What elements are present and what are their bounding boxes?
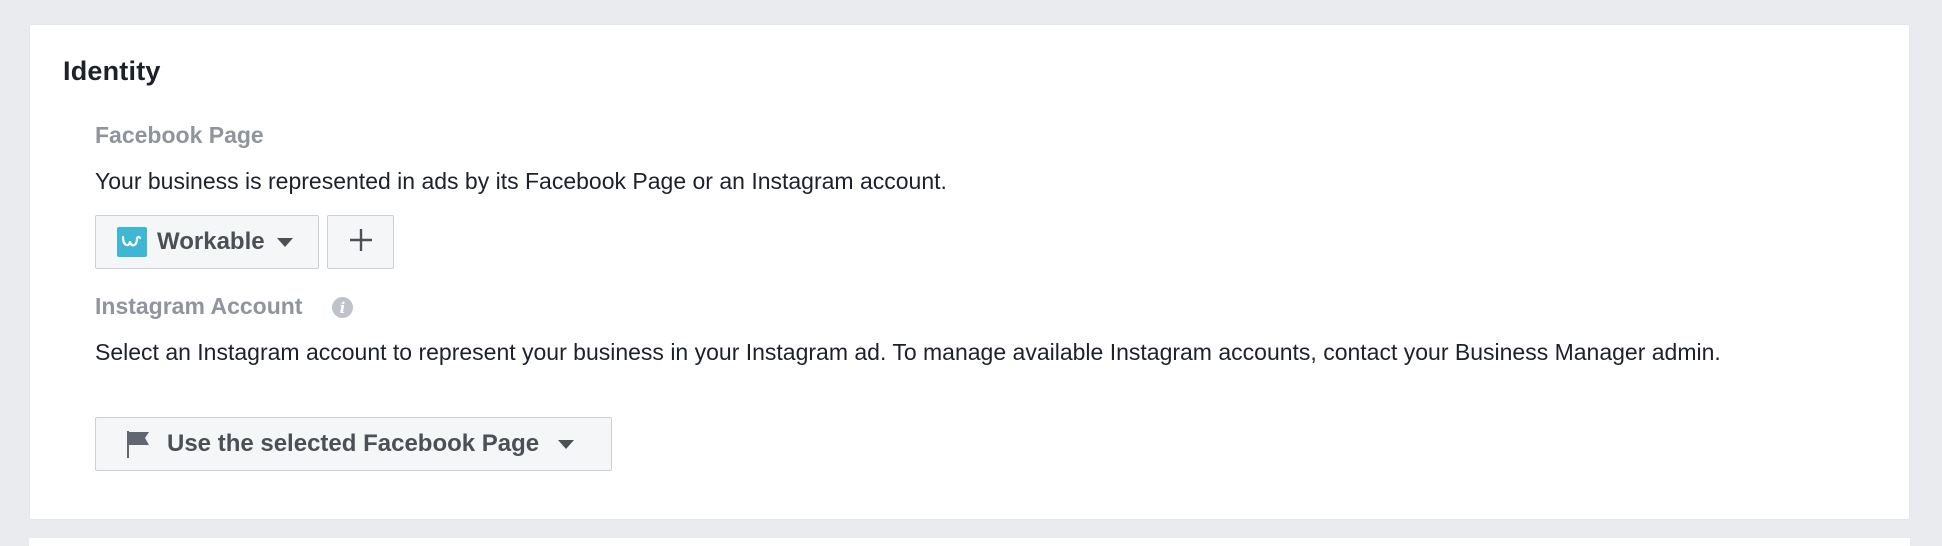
add-page-button[interactable] xyxy=(327,215,394,269)
facebook-page-selected-label: Workable xyxy=(157,228,265,255)
chevron-down-icon xyxy=(276,237,293,247)
facebook-page-selector[interactable]: Workable xyxy=(95,215,319,269)
facebook-page-label: Facebook Page xyxy=(95,122,264,148)
section-title: Identity xyxy=(63,56,161,86)
plus-icon xyxy=(348,227,374,258)
instagram-account-description: Select an Instagram account to represent… xyxy=(95,339,1721,365)
instagram-account-selected-label: Use the selected Facebook Page xyxy=(167,430,540,457)
workable-logo-icon xyxy=(117,227,147,257)
next-section-edge xyxy=(29,538,1910,546)
instagram-account-label: Instagram Account xyxy=(95,293,303,319)
facebook-page-description: Your business is represented in ads by i… xyxy=(95,168,947,194)
chevron-down-icon xyxy=(558,439,575,449)
identity-card: Identity Facebook Page Your business is … xyxy=(29,24,1910,520)
instagram-account-selector[interactable]: Use the selected Facebook Page xyxy=(95,417,612,471)
flag-icon xyxy=(125,429,151,459)
info-icon[interactable]: i xyxy=(332,297,353,318)
